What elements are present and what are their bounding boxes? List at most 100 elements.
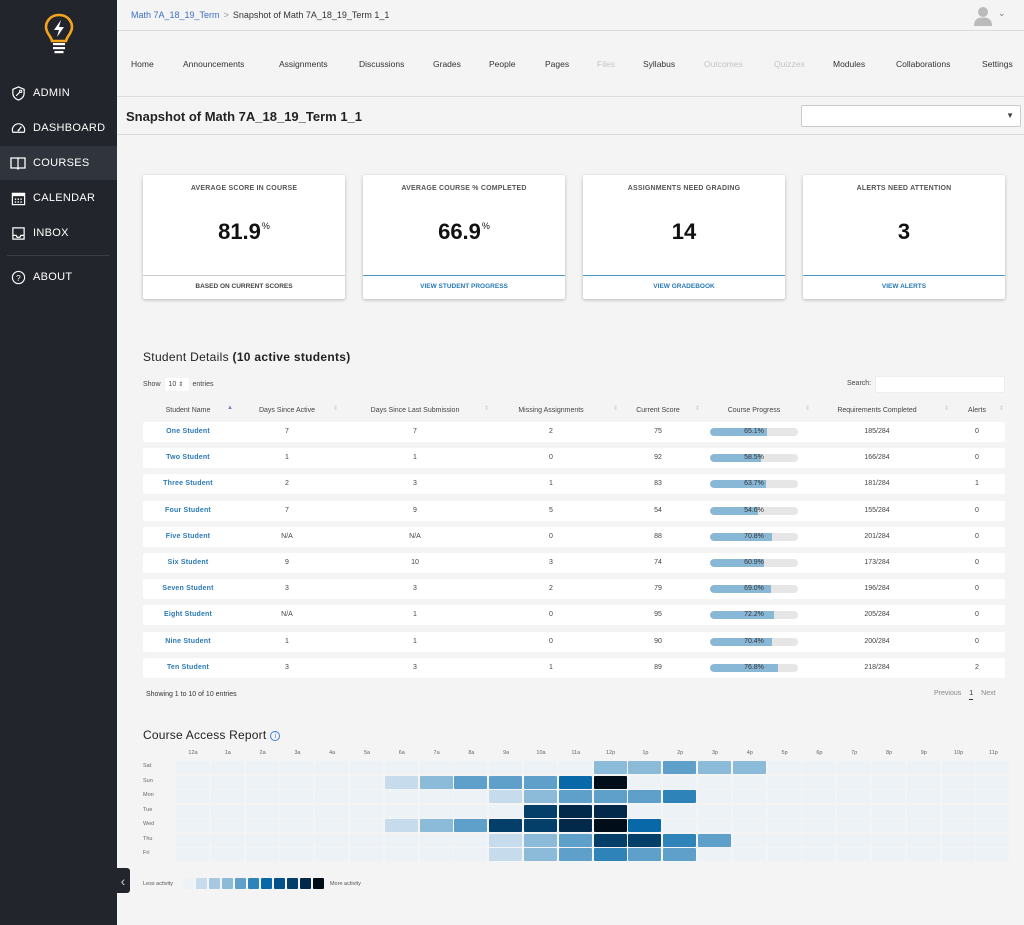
column-header[interactable]: Days Since Active bbox=[227, 407, 347, 414]
heatmap-cell[interactable] bbox=[698, 775, 731, 789]
heatmap-cell[interactable] bbox=[663, 804, 697, 818]
heatmap-cell[interactable] bbox=[524, 775, 557, 789]
heatmap-cell[interactable] bbox=[350, 848, 383, 861]
column-header[interactable]: Missing Assignments bbox=[491, 407, 611, 414]
heatmap-cell[interactable] bbox=[837, 804, 871, 818]
heatmap-cell[interactable] bbox=[802, 804, 836, 818]
heatmap-cell[interactable] bbox=[524, 790, 557, 803]
heatmap-cell[interactable] bbox=[384, 833, 418, 847]
heatmap-cell[interactable] bbox=[802, 790, 836, 803]
heatmap-cell[interactable] bbox=[732, 761, 766, 774]
heatmap-cell[interactable] bbox=[245, 848, 279, 861]
view-student-progress-link[interactable]: VIEW STUDENT PROGRESS bbox=[363, 275, 565, 299]
heatmap-cell[interactable] bbox=[593, 819, 627, 832]
heatmap-cell[interactable] bbox=[906, 848, 940, 861]
next-page-button[interactable]: Next bbox=[981, 690, 995, 697]
heatmap-cell[interactable] bbox=[210, 848, 244, 861]
heatmap-cell[interactable] bbox=[489, 848, 523, 861]
chevron-down-icon[interactable]: ⌄ bbox=[998, 8, 1006, 19]
column-header[interactable]: Alerts bbox=[917, 407, 1024, 414]
heatmap-cell[interactable] bbox=[489, 775, 523, 789]
heatmap-cell[interactable] bbox=[872, 833, 905, 847]
heatmap-cell[interactable] bbox=[837, 833, 871, 847]
heatmap-cell[interactable] bbox=[384, 848, 418, 861]
heatmap-cell[interactable] bbox=[628, 761, 662, 774]
heatmap-cell[interactable] bbox=[767, 790, 801, 803]
heatmap-cell[interactable] bbox=[210, 761, 244, 774]
heatmap-cell[interactable] bbox=[976, 761, 1010, 774]
heatmap-cell[interactable] bbox=[663, 761, 697, 774]
heatmap-cell[interactable] bbox=[315, 819, 349, 832]
heatmap-cell[interactable] bbox=[663, 790, 697, 803]
heatmap-cell[interactable] bbox=[454, 804, 488, 818]
heatmap-cell[interactable] bbox=[454, 761, 488, 774]
heatmap-cell[interactable] bbox=[976, 790, 1010, 803]
lightbulb-logo[interactable] bbox=[42, 12, 76, 56]
heatmap-cell[interactable] bbox=[280, 775, 314, 789]
heatmap-cell[interactable] bbox=[558, 804, 592, 818]
heatmap-cell[interactable] bbox=[767, 819, 801, 832]
heatmap-cell[interactable] bbox=[802, 848, 836, 861]
heatmap-cell[interactable] bbox=[419, 761, 453, 774]
heatmap-cell[interactable] bbox=[558, 848, 592, 861]
info-circle-icon[interactable]: i bbox=[270, 730, 281, 741]
course-nav-announcements[interactable]: Announcements bbox=[183, 59, 244, 69]
course-nav-discussions[interactable]: Discussions bbox=[359, 59, 404, 69]
entries-select[interactable]: 10 ⇕ bbox=[164, 378, 189, 391]
sort-icon[interactable]: ⇕ bbox=[805, 405, 810, 412]
course-nav-assignments[interactable]: Assignments bbox=[279, 59, 328, 69]
view-gradebook-link[interactable]: VIEW GRADEBOOK bbox=[583, 275, 785, 299]
heatmap-cell[interactable] bbox=[906, 775, 940, 789]
heatmap-cell[interactable] bbox=[802, 775, 836, 789]
heatmap-cell[interactable] bbox=[872, 761, 905, 774]
heatmap-cell[interactable] bbox=[941, 775, 975, 789]
heatmap-cell[interactable] bbox=[454, 833, 488, 847]
heatmap-cell[interactable] bbox=[315, 804, 349, 818]
heatmap-cell[interactable] bbox=[524, 848, 557, 861]
sort-icon[interactable]: ⇕ bbox=[484, 405, 489, 412]
heatmap-cell[interactable] bbox=[384, 775, 418, 789]
heatmap-cell[interactable] bbox=[698, 819, 731, 832]
course-nav-grades[interactable]: Grades bbox=[433, 59, 461, 69]
heatmap-cell[interactable] bbox=[732, 833, 766, 847]
heatmap-cell[interactable] bbox=[837, 819, 871, 832]
heatmap-cell[interactable] bbox=[280, 848, 314, 861]
heatmap-cell[interactable] bbox=[176, 775, 209, 789]
heatmap-cell[interactable] bbox=[350, 761, 383, 774]
sidebar-item-courses[interactable]: COURSES bbox=[0, 146, 117, 180]
heatmap-cell[interactable] bbox=[280, 819, 314, 832]
heatmap-cell[interactable] bbox=[384, 790, 418, 803]
heatmap-cell[interactable] bbox=[350, 804, 383, 818]
heatmap-cell[interactable] bbox=[976, 833, 1010, 847]
user-avatar-icon[interactable] bbox=[972, 5, 994, 27]
heatmap-cell[interactable] bbox=[350, 833, 383, 847]
heatmap-cell[interactable] bbox=[872, 790, 905, 803]
heatmap-cell[interactable] bbox=[176, 790, 209, 803]
sidebar-item-about[interactable]: ? ABOUT bbox=[0, 260, 117, 294]
heatmap-cell[interactable] bbox=[558, 819, 592, 832]
heatmap-cell[interactable] bbox=[941, 790, 975, 803]
breadcrumb-course-link[interactable]: Math 7A_18_19_Term bbox=[131, 10, 220, 20]
heatmap-cell[interactable] bbox=[210, 790, 244, 803]
view-alerts-link[interactable]: VIEW ALERTS bbox=[803, 275, 1005, 299]
heatmap-cell[interactable] bbox=[315, 761, 349, 774]
heatmap-cell[interactable] bbox=[419, 833, 453, 847]
heatmap-cell[interactable] bbox=[489, 819, 523, 832]
heatmap-cell[interactable] bbox=[350, 819, 383, 832]
heatmap-cell[interactable] bbox=[524, 819, 557, 832]
heatmap-cell[interactable] bbox=[384, 761, 418, 774]
heatmap-cell[interactable] bbox=[454, 848, 488, 861]
sidebar-item-inbox[interactable]: INBOX bbox=[0, 216, 117, 250]
heatmap-cell[interactable] bbox=[837, 775, 871, 789]
student-name-link[interactable]: Ten Student bbox=[138, 658, 238, 678]
heatmap-cell[interactable] bbox=[767, 848, 801, 861]
student-name-link[interactable]: Four Student bbox=[138, 501, 238, 521]
search-input[interactable] bbox=[875, 376, 1005, 393]
student-name-link[interactable]: Eight Student bbox=[138, 605, 238, 625]
heatmap-cell[interactable] bbox=[698, 833, 731, 847]
heatmap-cell[interactable] bbox=[628, 775, 662, 789]
heatmap-cell[interactable] bbox=[280, 790, 314, 803]
heatmap-cell[interactable] bbox=[210, 819, 244, 832]
course-nav-pages[interactable]: Pages bbox=[545, 59, 569, 69]
course-nav-people[interactable]: People bbox=[489, 59, 515, 69]
